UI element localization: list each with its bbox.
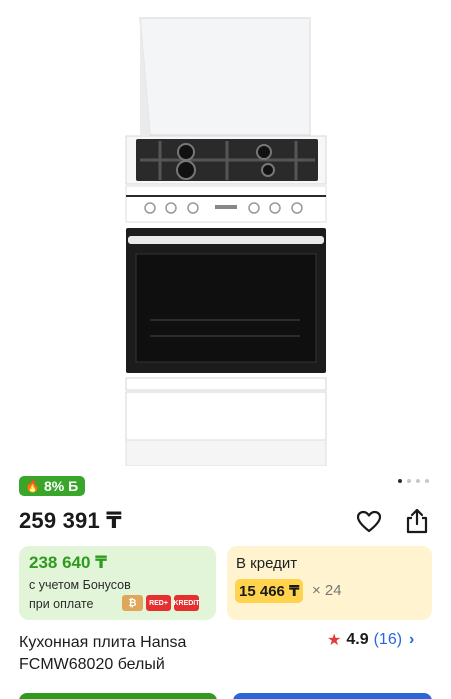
product-image[interactable] xyxy=(0,0,451,467)
credit-months: × 24 xyxy=(312,582,342,599)
product-price: 259 391 ₸ xyxy=(19,508,122,533)
heart-icon xyxy=(356,510,382,533)
rating-score: 4.9 xyxy=(346,631,369,648)
rating-link[interactable]: ★ 4.9 (16) › xyxy=(327,630,414,650)
credit-card[interactable]: В кредит 15 466 ₸ × 24 xyxy=(227,546,432,620)
product-info-panel: 🔥 8% Б 259 391 ₸ 238 640 ₸ с учетом Бону… xyxy=(0,466,451,699)
product-title: Кухонная плита Hansa FCMW68020 белый xyxy=(19,632,299,676)
chevron-right-icon: › xyxy=(409,631,415,648)
bonus-percent-badge: 🔥 8% Б xyxy=(19,476,86,496)
share-icon xyxy=(406,508,428,534)
review-count: (16) xyxy=(373,631,403,648)
red-payment-icon: RED+ xyxy=(146,595,171,611)
bonus-price-card[interactable]: 238 640 ₸ с учетом Бонусов при оплате ₿ … xyxy=(19,546,216,620)
credit-monthly-amount: 15 466 ₸ xyxy=(235,579,304,603)
product-title-line: FCMW68020 белый xyxy=(19,656,165,673)
bonus-price: 238 640 ₸ xyxy=(29,553,108,572)
bonus-percent-label: 8% Б xyxy=(43,478,79,494)
product-title-line: Кухонная плита Hansa xyxy=(19,634,187,651)
pagination-dot[interactable] xyxy=(407,479,411,483)
flame-icon: 🔥 xyxy=(25,479,40,493)
kredit-payment-icon: KREDIT xyxy=(173,595,200,611)
share-button[interactable] xyxy=(403,507,431,535)
bonus-payment-icon: ₿ xyxy=(122,595,143,611)
favorite-button[interactable] xyxy=(355,508,383,536)
primary-action-button[interactable] xyxy=(19,693,217,699)
payment-note: при оплате xyxy=(29,597,94,611)
pagination-dot[interactable] xyxy=(398,479,402,483)
gallery-pagination[interactable] xyxy=(398,479,429,483)
star-icon: ★ xyxy=(327,632,342,649)
pagination-dot[interactable] xyxy=(425,479,429,483)
credit-title: В кредит xyxy=(236,555,298,572)
bonus-note: с учетом Бонусов xyxy=(29,578,131,592)
secondary-action-button[interactable] xyxy=(233,693,432,699)
stove-illustration xyxy=(125,17,327,467)
pagination-dot[interactable] xyxy=(416,479,420,483)
payment-methods: ₿ RED+ KREDIT xyxy=(122,595,200,611)
